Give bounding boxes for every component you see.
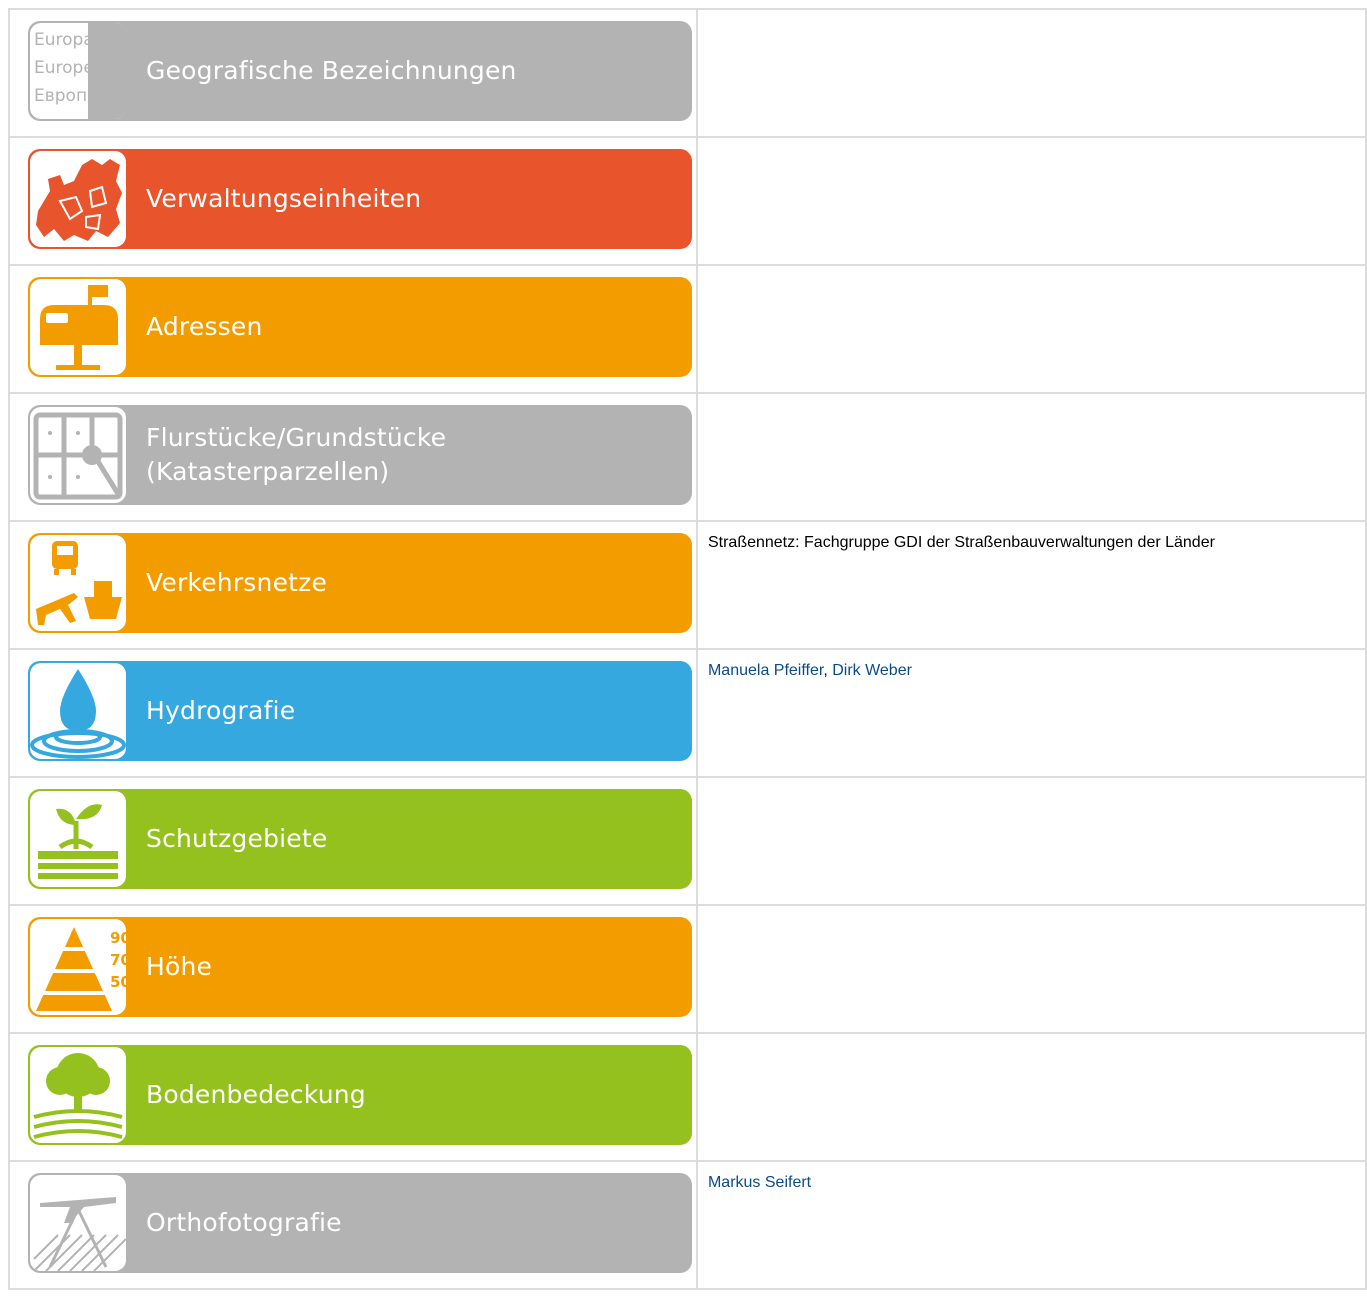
theme-banner: Schutzgebiete [28, 789, 692, 889]
theme-label: Verkehrsnetze [146, 568, 328, 597]
theme-label: Geografische Bezeichnungen [146, 56, 517, 85]
contact-persons: Markus Seifert [708, 1172, 1355, 1193]
theme-banner: Hydrografie [28, 661, 692, 761]
icon-word-1: Europa [34, 30, 94, 50]
theme-table: Europa Europe Европа Geografische Bezeich… [8, 8, 1367, 1290]
cadastral-parcels-icon [30, 407, 126, 503]
svg-text:50: 50 [110, 973, 126, 991]
contact-cell: Straßennetz: Fachgruppe GDI der Straßenb… [695, 520, 1367, 650]
theme-cell: Orthofotografie [8, 1160, 698, 1290]
icon-word-2: Europe [34, 58, 94, 78]
protected-sites-plant-icon [30, 791, 126, 887]
transport-networks-icon [30, 535, 126, 631]
theme-label: Bodenbedeckung [146, 1080, 366, 1109]
theme-cell: Europa Europe Европа Geografische Bezeich… [8, 8, 698, 138]
contact-cell [695, 392, 1367, 522]
separator: , [823, 662, 833, 679]
administrative-units-map-icon [30, 151, 126, 247]
theme-row: Adressen [8, 264, 1367, 394]
theme-label: Verwaltungseinheiten [146, 184, 422, 213]
theme-banner: Flurstücke/Grundstücke (Katasterparzelle… [28, 405, 692, 505]
theme-banner: 90 70 50 Höhe [28, 917, 692, 1017]
contact-persons: Manuela Pfeiffer, Dirk Weber [708, 660, 1355, 681]
theme-label: Schutzgebiete [146, 824, 328, 853]
elevation-icon: 90 70 50 [30, 919, 126, 1015]
svg-text:70: 70 [110, 951, 126, 969]
theme-cell: 90 70 50 Höhe [8, 904, 698, 1034]
svg-text:90: 90 [110, 929, 126, 947]
contact-cell: Manuela Pfeiffer, Dirk Weber [695, 648, 1367, 778]
theme-banner: Bodenbedeckung [28, 1045, 692, 1145]
contact-cell [695, 136, 1367, 266]
water-drop-icon [30, 663, 126, 759]
orthoimagery-plane-icon [30, 1175, 126, 1271]
theme-cell: Verwaltungseinheiten [8, 136, 698, 266]
land-cover-tree-icon [30, 1047, 126, 1143]
theme-cell: Verkehrsnetze [8, 520, 698, 650]
contact-cell [695, 8, 1367, 138]
person-link[interactable]: Markus Seifert [708, 1174, 811, 1191]
theme-cell: Flurstücke/Grundstücke (Katasterparzelle… [8, 392, 698, 522]
theme-label: Hydrografie [146, 696, 296, 725]
theme-row: Orthofotografie Markus Seifert [8, 1160, 1367, 1290]
theme-cell: Adressen [8, 264, 698, 394]
contact-cell: Markus Seifert [695, 1160, 1367, 1290]
theme-label: Höhe [146, 952, 213, 981]
theme-banner: Verkehrsnetze [28, 533, 692, 633]
geographic-names-icon: Europa Europe Европа [30, 23, 126, 119]
theme-label: Flurstücke/Grundstücke (Katasterparzelle… [146, 423, 447, 486]
theme-cell: Bodenbedeckung [8, 1032, 698, 1162]
theme-banner: Verwaltungseinheiten [28, 149, 692, 249]
theme-banner: Orthofotografie [28, 1173, 692, 1273]
theme-banner: Europa Europe Европа Geografische Bezeich… [28, 21, 692, 121]
icon-word-3: Европа [34, 86, 97, 106]
theme-row: Verkehrsnetze Straßennetz: Fachgruppe GDI… [8, 520, 1367, 650]
person-link[interactable]: Dirk Weber [832, 662, 912, 679]
contact-info-text: Straßennetz: Fachgruppe GDI der Straßenb… [707, 534, 1215, 551]
theme-row: Schutzgebiete [8, 776, 1367, 906]
theme-row: Bodenbedeckung [8, 1032, 1367, 1162]
theme-row: Europa Europe Европа Geografische Bezeich… [8, 8, 1367, 138]
mailbox-icon [30, 279, 126, 375]
theme-cell: Schutzgebiete [8, 776, 698, 906]
theme-label: Orthofotografie [146, 1208, 342, 1237]
theme-label: Adressen [146, 312, 263, 341]
theme-row: Flurstücke/Grundstücke (Katasterparzelle… [8, 392, 1367, 522]
contact-cell [695, 776, 1367, 906]
theme-row: Verwaltungseinheiten [8, 136, 1367, 266]
theme-cell: Hydrografie [8, 648, 698, 778]
theme-row: Hydrografie Manuela Pfeiffer, Dirk Weber [8, 648, 1367, 778]
theme-banner: Adressen [28, 277, 692, 377]
person-link[interactable]: Manuela Pfeiffer [708, 662, 823, 679]
contact-cell [695, 904, 1367, 1034]
contact-cell [695, 264, 1367, 394]
theme-row: 90 70 50 Höhe [8, 904, 1367, 1034]
contact-cell [695, 1032, 1367, 1162]
